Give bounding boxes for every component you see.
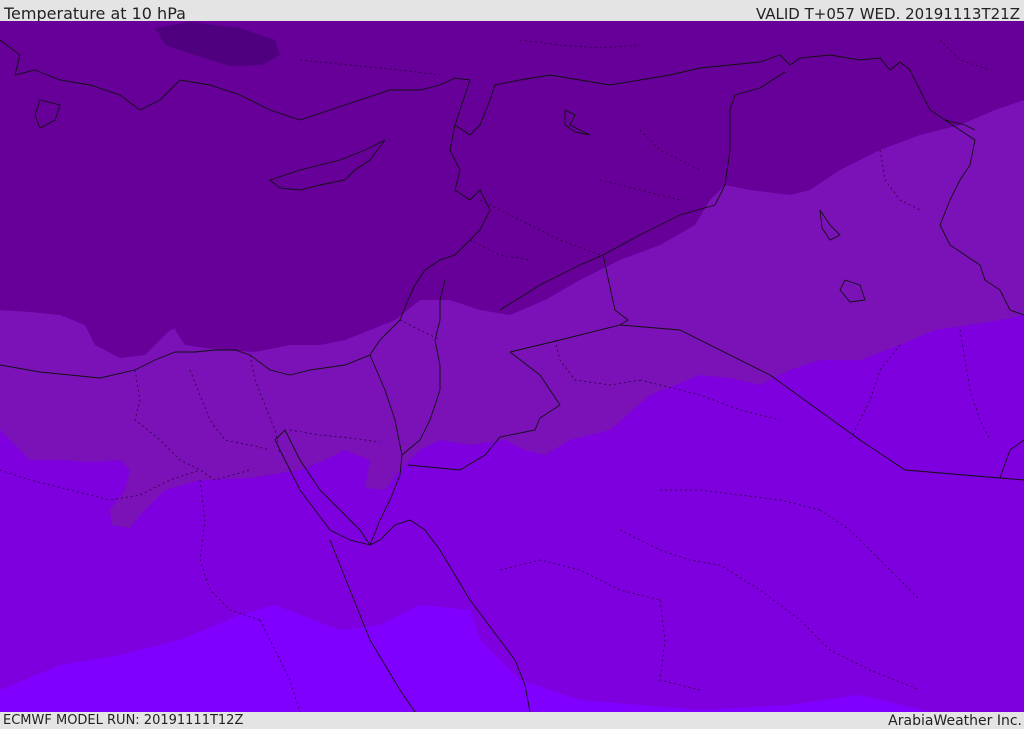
header-bar: Temperature at 10 hPa VALID T+057 WED. 2…: [0, 0, 1024, 23]
credit-label: ArabiaWeather Inc.: [888, 713, 1022, 729]
temperature-map: [0, 21, 1024, 712]
map-svg: [0, 21, 1024, 712]
model-run-label: ECMWF MODEL RUN: 20191111T12Z: [3, 713, 244, 728]
weather-map-page: Temperature at 10 hPa VALID T+057 WED. 2…: [0, 0, 1024, 729]
footer-bar: ECMWF MODEL RUN: 20191111T12Z ArabiaWeat…: [0, 712, 1024, 729]
